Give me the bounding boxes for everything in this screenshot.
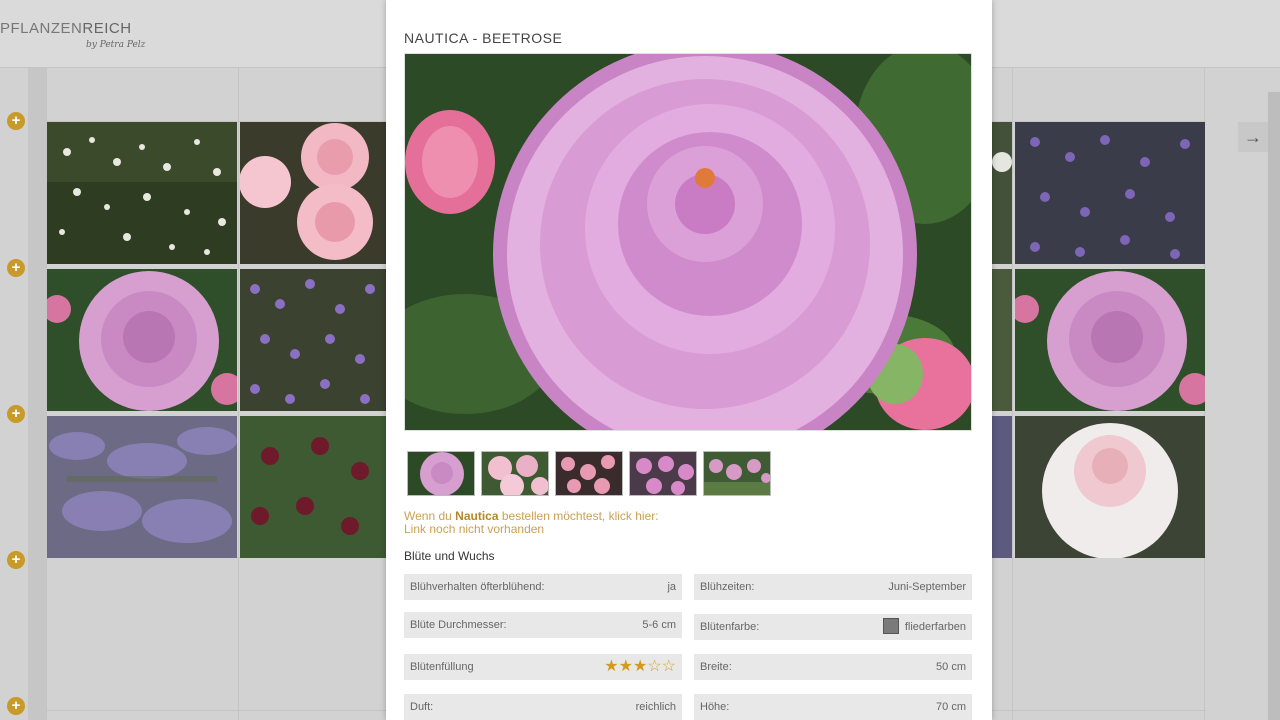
property-value: 70 cm [936,701,966,713]
thumbnail-2[interactable] [481,451,549,496]
property-height: Höhe: 70 cm [694,694,972,720]
add-row-button[interactable]: + [7,697,25,715]
property-label: Blühzeiten: [700,581,755,593]
thumbnail-3[interactable] [555,451,623,496]
right-scroll-strip [1268,92,1280,720]
property-label: Höhe: [700,701,730,713]
plant-tile-partial[interactable] [992,269,1012,411]
section-title: Blüte und Wuchs [404,549,495,563]
pink-rose-cluster-thumb [482,452,548,495]
arrow-right-icon: → [1244,127,1262,147]
color-swatch [882,618,899,634]
property-label: Duft: [410,701,434,713]
lilac-rose-photo [405,54,971,430]
lavender-catmint-photo [47,416,237,558]
add-row-button[interactable]: + [7,551,25,569]
thumbnail-1[interactable] [407,451,475,496]
property-label: Breite: [700,661,732,673]
partial-photo [992,269,1012,411]
main-plant-image[interactable] [404,53,972,431]
plus-icon: + [11,259,21,276]
property-value: fliederfarben [904,621,966,633]
add-row-button[interactable]: + [7,259,25,277]
property-bloom-fullness: Blütenfüllung ★★★☆☆ [404,654,682,680]
dark-red-scabious-photo [240,416,386,558]
add-row-button[interactable]: + [7,112,25,130]
property-label: Blütenfüllung [410,661,474,673]
purple-flower-carpet-photo [240,269,386,411]
logo-text-light: PFLANZEN [0,20,83,37]
property-label: Blühverhalten öfterblühend: [410,581,545,593]
white-peony-rose-photo [1015,416,1205,558]
plant-tile-purple-carpet[interactable] [240,269,386,411]
next-arrow-button[interactable]: → [1238,122,1268,152]
property-fragrance: Duft: reichlich [404,694,682,720]
property-value: Juni-September [888,581,966,593]
white-flower-partial-photo [992,122,1012,264]
logo-tagline: by Petra Pelz [86,40,146,50]
plant-tile-partial[interactable] [992,416,1012,558]
plant-tile-pink-rose[interactable] [240,122,386,264]
plant-tile-scabious[interactable] [240,416,386,558]
order-text-prefix: Wenn du [404,509,456,523]
property-label: Blüte Durchmesser: [410,619,507,631]
logo-text-bold: REICH [82,20,132,37]
left-rail [28,68,46,720]
property-width: Breite: 50 cm [694,654,972,680]
thumbnail-4[interactable] [629,451,697,496]
pink-rose-bush-thumb [556,452,622,495]
plant-tile-rose[interactable] [1015,269,1205,411]
star-filled-icon: ★ [632,658,648,675]
lilac-rose-photo [1015,269,1205,411]
star-filled-icon: ★ [604,658,619,675]
partial-photo [992,416,1012,558]
plant-tile-partial[interactable] [992,122,1012,264]
order-info: Wenn du Nautica bestellen möchtest, klic… [404,509,659,523]
lilac-rose-photo [47,269,237,411]
lilac-rose-closeup-thumb [408,452,474,495]
rose-garden-thumb [704,452,770,495]
rating-stars: ★★★☆☆ [604,654,676,680]
plant-tile-white-peony[interactable] [1015,416,1205,558]
plus-icon: + [11,551,21,568]
property-value: 5-6 cm [642,619,676,631]
plus-icon: + [11,405,21,422]
star-filled-icon: ★ [618,658,633,675]
thumbnail-5[interactable] [703,451,771,496]
property-bloom-color: Blütenfarbe: fliederfarben [694,614,972,640]
star-empty-icon: ☆ [647,658,662,675]
plant-detail-modal: NAUTICA - BEETROSE Wenn du Nautica beste… [386,0,992,720]
order-link[interactable]: Link noch nicht vorhanden [404,522,544,536]
property-value: 50 cm [936,661,966,673]
property-bloom-repeat: Blühverhalten öfterblühend: ja [404,574,682,600]
order-plant-name: Nautica [455,509,499,523]
order-text-suffix: bestellen möchtest, klick hier: [498,509,659,523]
property-value: ja [667,581,676,593]
property-value: reichlich [635,701,676,713]
property-label: Blütenfarbe: [700,621,760,633]
star-empty-icon: ☆ [661,658,676,675]
pink-rose-cluster-photo [240,122,386,264]
daisy-meadow-photo [47,122,237,264]
property-bloom-diameter: Blüte Durchmesser: 5-6 cm [404,612,682,638]
site-logo[interactable]: PFLANZENREICH by Petra Pelz [0,20,145,50]
plant-tile-catmint[interactable] [47,416,237,558]
plant-tile-daisy[interactable] [47,122,237,264]
blue-purple-flowers-photo [1015,122,1205,264]
plus-icon: + [11,697,21,714]
plus-icon: + [11,112,21,129]
plant-tile-blue-purple[interactable] [1015,122,1205,264]
plant-title: NAUTICA - BEETROSE [404,30,563,46]
plant-tile-rose[interactable] [47,269,237,411]
property-bloom-time: Blühzeiten: Juni-September [694,574,972,600]
add-row-button[interactable]: + [7,405,25,423]
pink-rose-flowers-thumb [630,452,696,495]
